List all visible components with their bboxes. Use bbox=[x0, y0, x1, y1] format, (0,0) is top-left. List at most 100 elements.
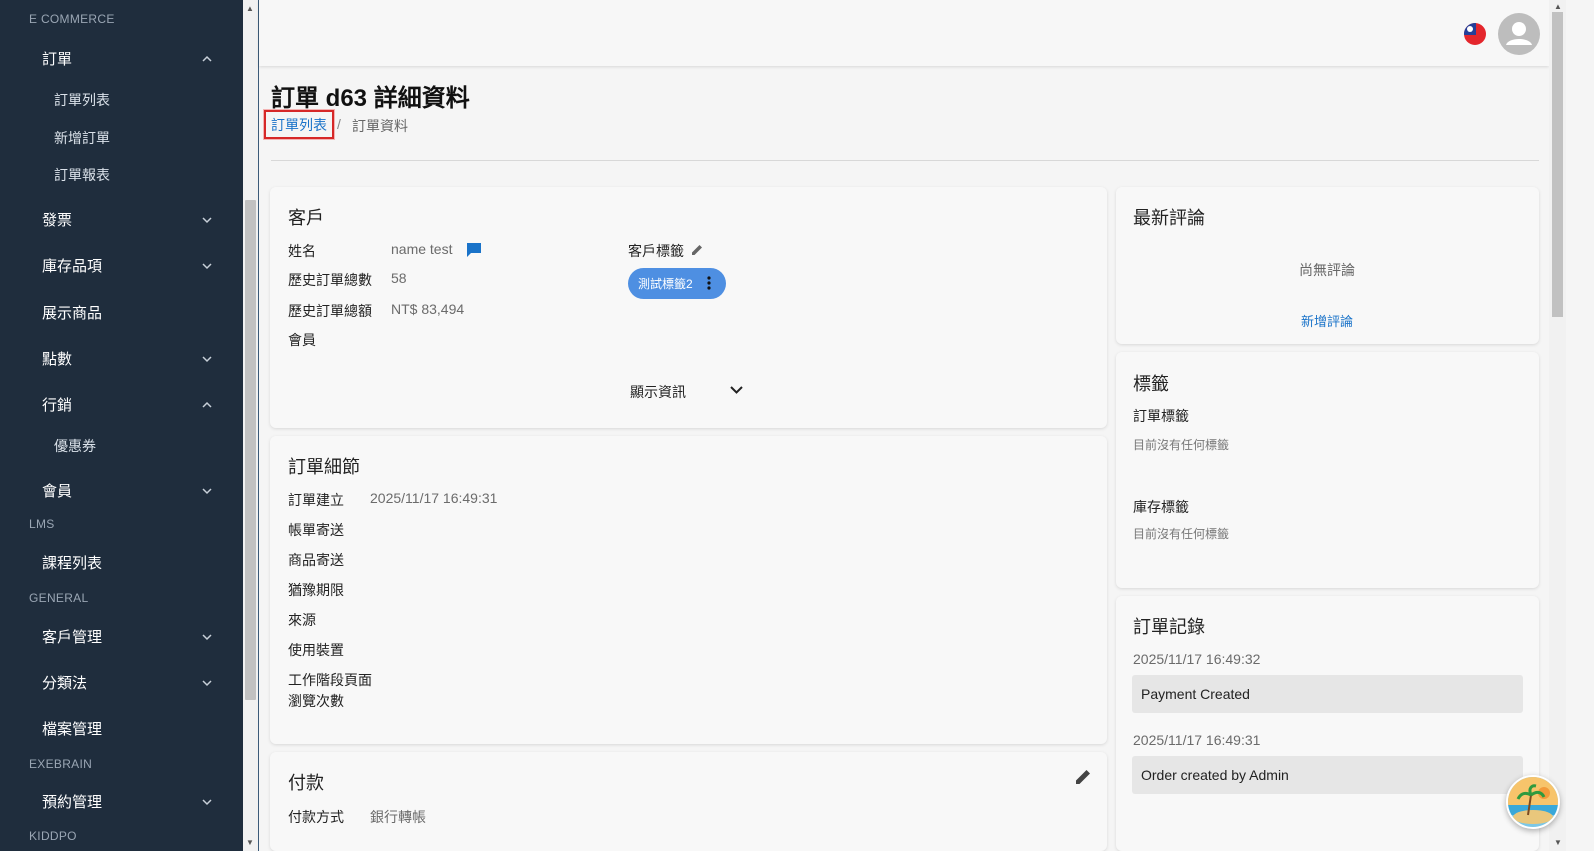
sidebar-item-customers[interactable]: 客戶管理 bbox=[42, 626, 212, 647]
log-entry-box: Order created by Admin bbox=[1132, 756, 1523, 794]
sidebar-item-invoice[interactable]: 發票 bbox=[42, 209, 212, 230]
sidebar-item-label: 點數 bbox=[42, 351, 73, 368]
section-exebrain: EXEBRAIN bbox=[29, 757, 93, 771]
chevron-down-icon bbox=[202, 798, 212, 805]
section-general: GENERAL bbox=[29, 591, 89, 605]
device-label: 使用裝置 bbox=[288, 642, 344, 658]
sidebar: E COMMERCE 訂單 訂單列表 新增訂單 訂單報表 發票 庫存品項 展示商… bbox=[0, 0, 243, 851]
session-pageviews-label-2: 瀏覽次數 bbox=[288, 693, 344, 709]
more-vert-icon[interactable] bbox=[707, 276, 711, 290]
scroll-up-icon[interactable]: ▲ bbox=[1554, 2, 1562, 11]
sidebar-item-order-report[interactable]: 訂單報表 bbox=[54, 165, 110, 185]
breadcrumb-order-list-link[interactable]: 訂單列表 bbox=[264, 110, 334, 139]
scrollbar-thumb[interactable] bbox=[1552, 12, 1563, 317]
sidebar-item-showcase[interactable]: 展示商品 bbox=[42, 302, 212, 323]
page-scrollbar[interactable]: ▲ ▼ bbox=[1549, 0, 1566, 851]
breadcrumb-current: 訂單資料 bbox=[352, 118, 408, 134]
tag-chip-label: 測試標籤2 bbox=[638, 277, 693, 291]
sidebar-item-label: 預約管理 bbox=[42, 794, 103, 811]
sidebar-item-members[interactable]: 會員 bbox=[42, 480, 212, 501]
order-count-value: 58 bbox=[391, 270, 407, 286]
sidebar-item-label: 展示商品 bbox=[42, 305, 103, 322]
payment-method-label: 付款方式 bbox=[288, 809, 344, 825]
chevron-down-icon[interactable] bbox=[730, 385, 743, 395]
section-kiddpo: KIDDPO bbox=[29, 829, 77, 843]
taiwan-flag-icon[interactable] bbox=[1464, 23, 1486, 45]
stock-tags-label: 庫存標籤 bbox=[1133, 499, 1189, 515]
scroll-down-icon[interactable]: ▼ bbox=[246, 838, 254, 847]
user-icon bbox=[1506, 22, 1532, 45]
top-bar bbox=[259, 0, 1549, 66]
chevron-down-icon bbox=[202, 262, 212, 269]
section-lms: LMS bbox=[29, 517, 55, 531]
shipping-label: 商品寄送 bbox=[288, 552, 344, 568]
chevron-down-icon bbox=[202, 633, 212, 640]
order-details-title: 訂單細節 bbox=[288, 457, 360, 477]
sidebar-item-label: 分類法 bbox=[42, 675, 88, 692]
sidebar-item-orders[interactable]: 訂單 bbox=[42, 48, 212, 69]
sidebar-item-label: 發票 bbox=[42, 212, 73, 229]
chevron-down-icon bbox=[202, 355, 212, 362]
source-label: 來源 bbox=[288, 612, 316, 628]
edit-icon[interactable] bbox=[1075, 768, 1092, 785]
header-divider bbox=[271, 160, 1539, 161]
order-count-label: 歷史訂單總數 bbox=[288, 272, 372, 288]
order-log-title: 訂單記錄 bbox=[1133, 617, 1205, 637]
sidebar-item-coupons[interactable]: 優惠券 bbox=[54, 436, 96, 456]
sidebar-item-label: 會員 bbox=[42, 483, 73, 500]
created-value: 2025/11/17 16:49:31 bbox=[370, 490, 498, 506]
order-total-value: NT$ 83,494 bbox=[391, 301, 465, 317]
breadcrumb-separator: / bbox=[337, 116, 341, 132]
sidebar-scrollbar[interactable]: ▲ ▼ bbox=[243, 0, 259, 851]
sidebar-item-taxonomy[interactable]: 分類法 bbox=[42, 672, 212, 693]
chevron-up-icon bbox=[202, 55, 212, 62]
sidebar-item-label: 課程列表 bbox=[42, 555, 103, 572]
chat-icon[interactable] bbox=[465, 241, 483, 259]
sidebar-item-files[interactable]: 檔案管理 bbox=[42, 718, 212, 739]
member-label: 會員 bbox=[288, 332, 316, 348]
log-entry-box: Payment Created bbox=[1132, 675, 1523, 713]
customer-tag-chip[interactable]: 測試標籤2 bbox=[628, 268, 726, 299]
order-tags-empty: 目前沒有任何標籤 bbox=[1133, 438, 1230, 452]
billing-label: 帳單寄送 bbox=[288, 522, 344, 538]
payment-card bbox=[270, 752, 1107, 851]
sidebar-item-label: 庫存品項 bbox=[42, 258, 103, 275]
payment-method-value: 銀行轉帳 bbox=[370, 809, 426, 825]
scroll-up-icon[interactable]: ▲ bbox=[246, 4, 254, 13]
no-reviews-text: 尚無評論 bbox=[1299, 262, 1355, 278]
scrollbar-thumb[interactable] bbox=[245, 200, 256, 700]
payment-title: 付款 bbox=[288, 773, 324, 793]
name-value: name test bbox=[391, 241, 453, 257]
created-label: 訂單建立 bbox=[288, 492, 344, 508]
show-info-button[interactable]: 顯示資訊 bbox=[630, 382, 686, 402]
name-label: 姓名 bbox=[288, 243, 316, 259]
log-entry-time: 2025/11/17 16:49:32 bbox=[1133, 651, 1261, 667]
tags-title: 標籤 bbox=[1133, 374, 1169, 394]
sidebar-item-courses[interactable]: 課程列表 bbox=[42, 552, 212, 573]
order-details-card bbox=[270, 436, 1107, 744]
customer-tags-label: 客戶標籤 bbox=[628, 243, 684, 259]
sidebar-item-points[interactable]: 點數 bbox=[42, 348, 212, 369]
chevron-down-icon bbox=[202, 216, 212, 223]
sidebar-item-new-order[interactable]: 新增訂單 bbox=[54, 128, 110, 148]
grace-period-label: 猶豫期限 bbox=[288, 582, 344, 598]
log-entry-time: 2025/11/17 16:49:31 bbox=[1133, 732, 1261, 748]
add-review-button[interactable]: 新增評論 bbox=[1301, 311, 1353, 330]
sidebar-item-marketing[interactable]: 行銷 bbox=[42, 394, 212, 415]
sidebar-item-label: 行銷 bbox=[42, 397, 73, 414]
sidebar-item-order-list[interactable]: 訂單列表 bbox=[54, 90, 110, 110]
floating-helper-button[interactable] bbox=[1506, 775, 1560, 829]
sidebar-item-inventory[interactable]: 庫存品項 bbox=[42, 255, 212, 276]
stock-tags-empty: 目前沒有任何標籤 bbox=[1133, 527, 1230, 541]
chevron-down-icon bbox=[202, 487, 212, 494]
section-ecommerce: E COMMERCE bbox=[29, 12, 115, 26]
pencil-icon[interactable] bbox=[691, 243, 704, 256]
sidebar-item-booking[interactable]: 預約管理 bbox=[42, 791, 212, 812]
avatar[interactable] bbox=[1498, 13, 1540, 55]
sidebar-item-label: 訂單 bbox=[42, 51, 73, 68]
chevron-down-icon bbox=[202, 679, 212, 686]
order-tags-label: 訂單標籤 bbox=[1133, 408, 1189, 424]
scroll-down-icon[interactable]: ▼ bbox=[1554, 838, 1562, 847]
order-total-label: 歷史訂單總額 bbox=[288, 303, 372, 319]
chevron-up-icon bbox=[202, 401, 212, 408]
